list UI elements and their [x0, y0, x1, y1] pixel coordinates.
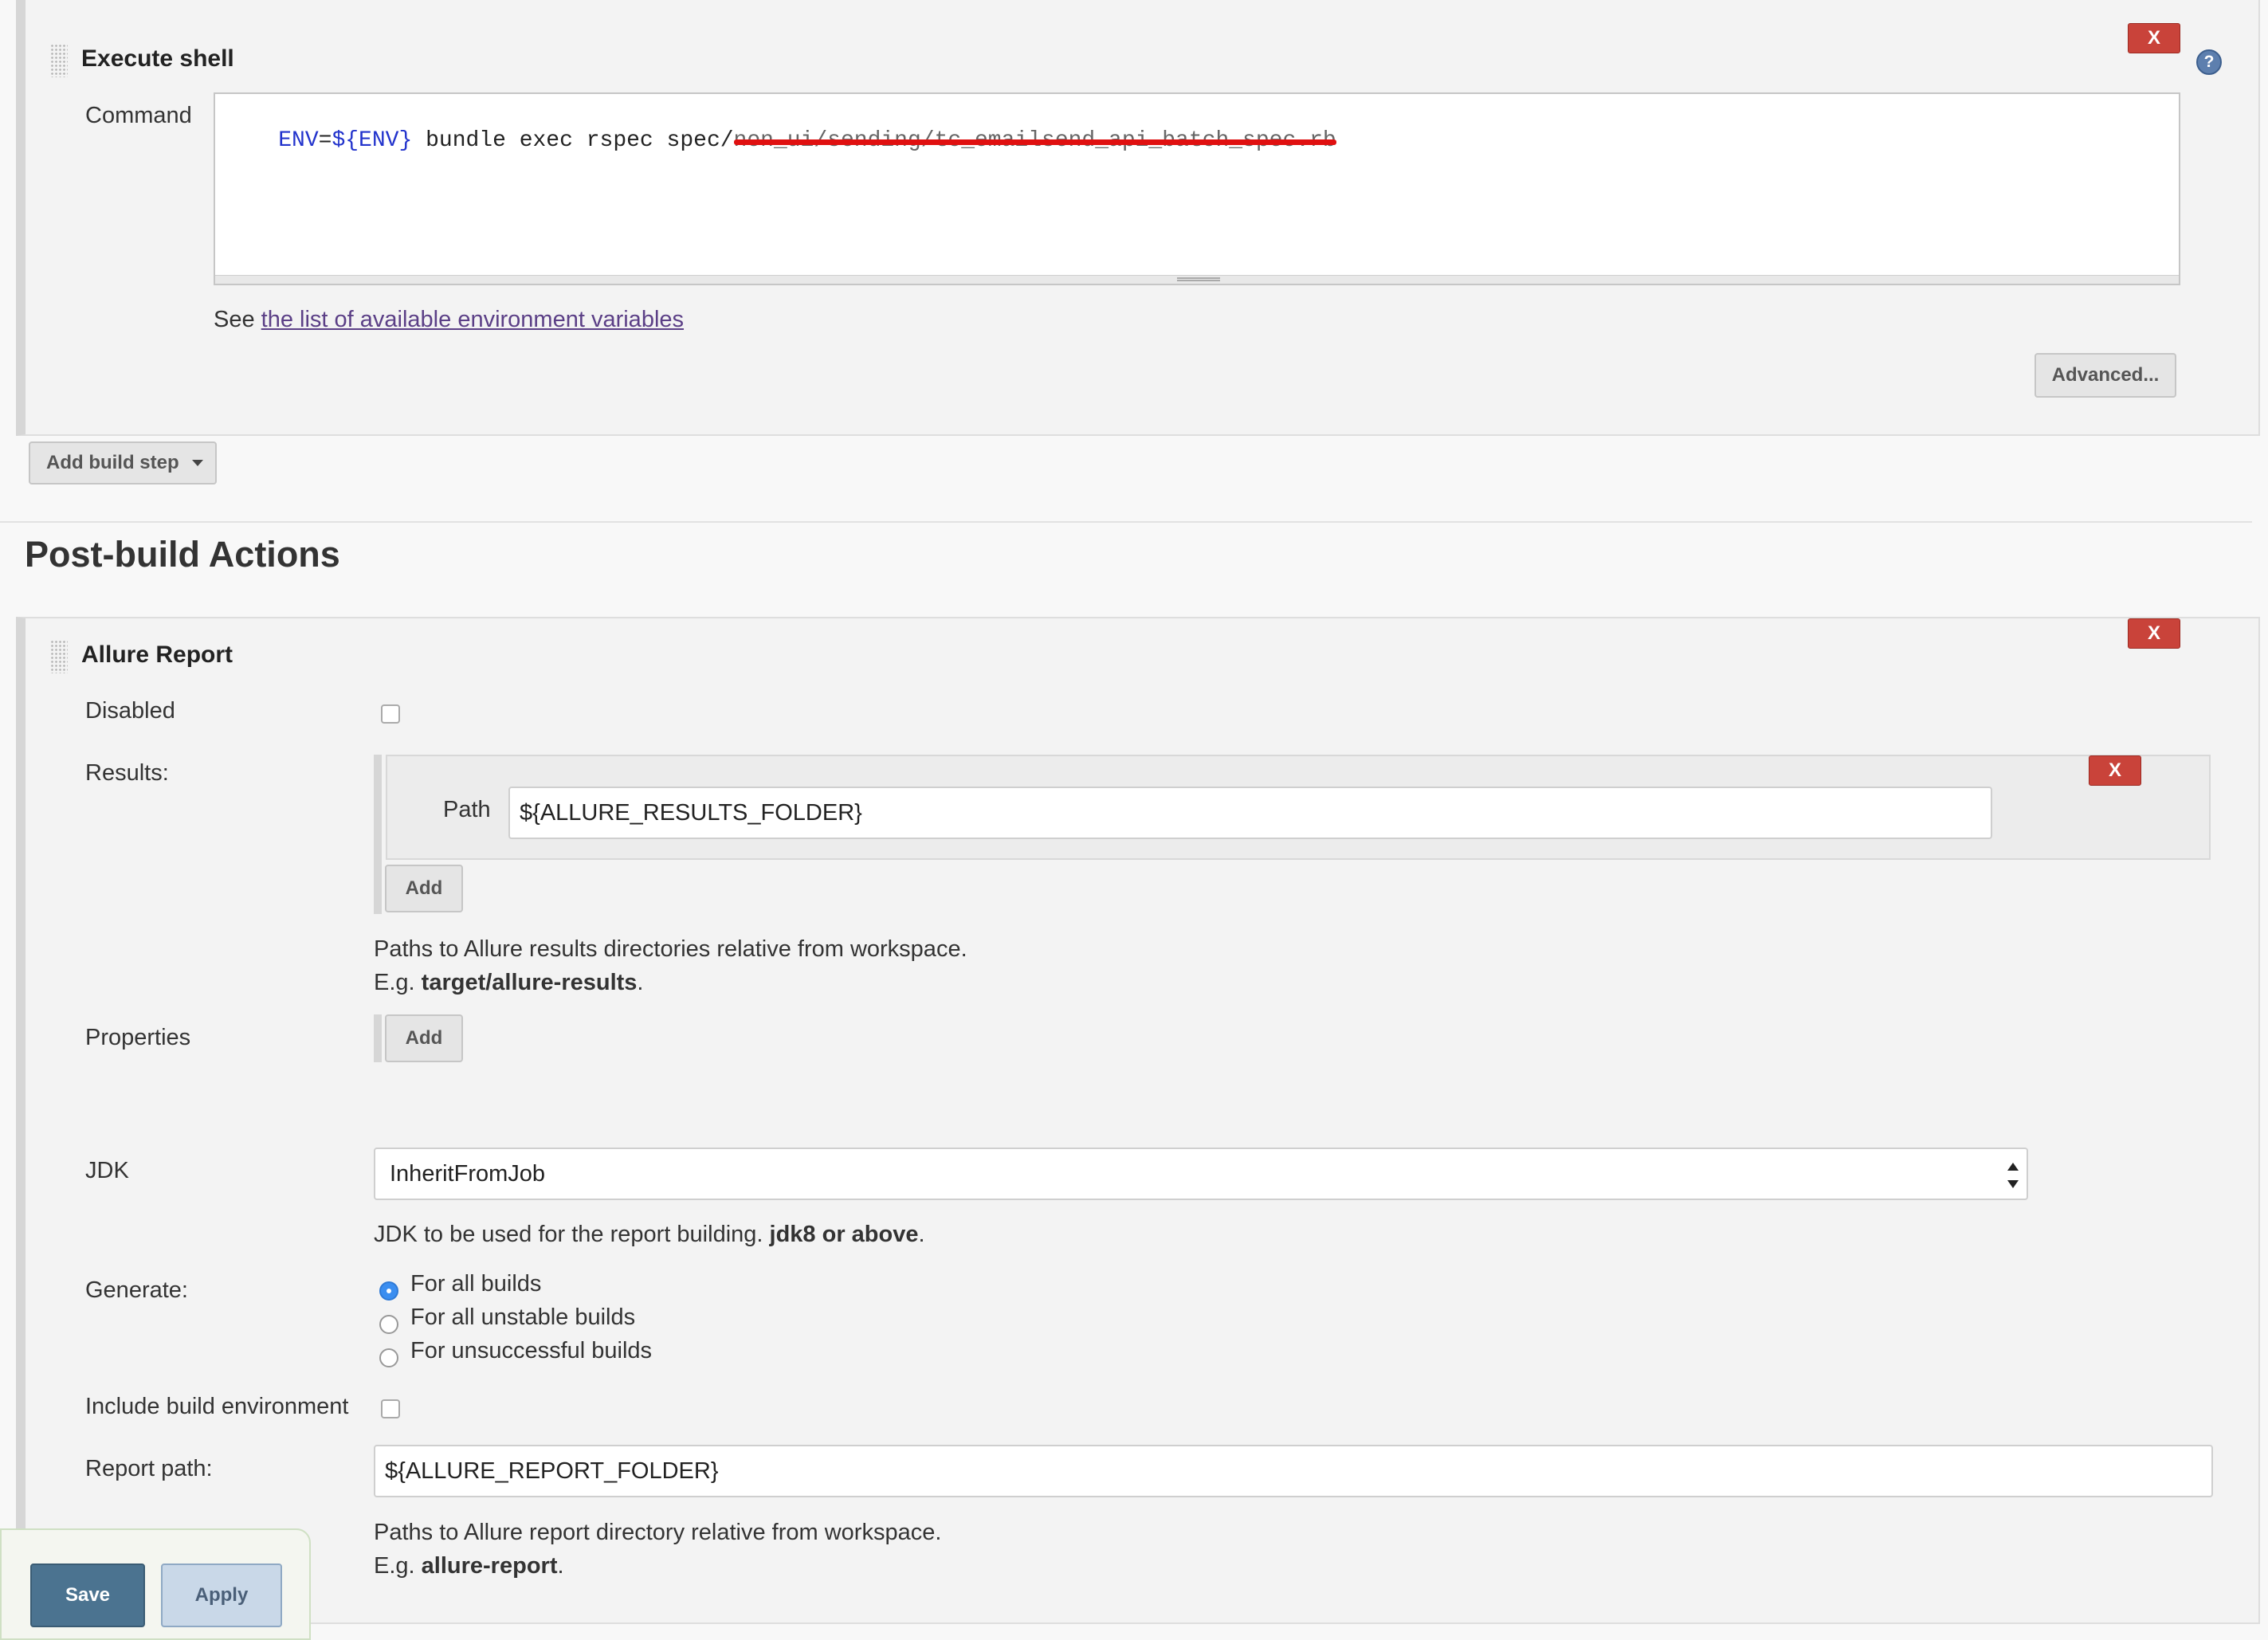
add-build-step-button[interactable]: Add build step — [29, 441, 217, 485]
jdk-help-text: JDK to be used for the report building. — [374, 1222, 770, 1247]
jdk-help-end: . — [918, 1222, 925, 1247]
report-help-end: . — [557, 1553, 564, 1579]
report-path-label: Report path: — [85, 1456, 213, 1481]
jdk-label: JDK — [85, 1158, 129, 1183]
save-button[interactable]: Save — [30, 1563, 145, 1627]
results-label: Results: — [85, 760, 169, 786]
env-vars-hint: See the list of available environment va… — [214, 303, 684, 336]
caret-down-icon — [191, 460, 203, 466]
jdk-select[interactable]: InheritFromJob — [374, 1148, 2028, 1200]
generate-option-all: For all builds — [410, 1271, 542, 1297]
results-help-eg: E.g. — [374, 970, 422, 995]
generate-option-unstable: For all unstable builds — [410, 1305, 636, 1330]
report-help-line1: Paths to Allure report directory relativ… — [374, 1520, 942, 1545]
include-env-label: Include build environment — [85, 1394, 349, 1419]
results-help-example: target/allure-results — [421, 970, 638, 995]
properties-repeatable-bar — [374, 1014, 382, 1062]
command-textarea[interactable]: ENV=${ENV} bundle exec rspec spec/non_ui… — [214, 92, 2180, 285]
disabled-checkbox[interactable] — [381, 704, 400, 724]
delete-results-path-button[interactable]: X — [2089, 755, 2141, 786]
help-icon-label: ? — [2203, 53, 2215, 71]
post-build-heading: Post-build Actions — [25, 534, 340, 575]
report-help-eg: E.g. — [374, 1553, 422, 1579]
results-help-line1: Paths to Allure results directories rela… — [374, 936, 967, 962]
add-build-step-label: Add build step — [46, 452, 179, 473]
report-help-line2: E.g. allure-report. — [374, 1549, 941, 1583]
command-env-var: ${ENV} — [332, 128, 413, 153]
generate-radio-all[interactable] — [379, 1281, 398, 1301]
textarea-resize-bar[interactable] — [215, 275, 2179, 284]
generate-option-unsuccessful: For unsuccessful builds — [410, 1338, 653, 1363]
allure-report-title: Allure Report — [81, 641, 233, 668]
execute-shell-title: Execute shell — [81, 45, 234, 72]
jdk-selected-value: InheritFromJob — [390, 1160, 546, 1187]
section-divider — [0, 521, 2252, 523]
delete-build-step-button[interactable]: X — [2128, 23, 2180, 53]
select-arrows-icon — [2007, 1163, 2019, 1188]
env-vars-see: See — [214, 307, 261, 332]
properties-label: Properties — [85, 1025, 191, 1050]
add-results-button[interactable]: Add — [385, 865, 463, 912]
help-icon[interactable]: ? — [2196, 49, 2222, 75]
jdk-help: JDK to be used for the report building. … — [374, 1218, 925, 1251]
command-equals: = — [318, 128, 332, 153]
advanced-button[interactable]: Advanced... — [2035, 353, 2176, 398]
apply-button[interactable]: Apply — [161, 1563, 282, 1627]
report-help-example: allure-report — [421, 1553, 558, 1579]
delete-post-build-button[interactable]: X — [2128, 618, 2180, 649]
resize-grip-icon[interactable] — [1177, 277, 1220, 281]
command-label: Command — [85, 103, 192, 128]
drag-handle-icon[interactable] — [50, 44, 68, 77]
add-property-button[interactable]: Add — [385, 1014, 463, 1062]
drag-handle-icon[interactable] — [50, 640, 68, 673]
command-env-key: ENV — [278, 128, 319, 153]
path-label: Path — [443, 797, 491, 822]
results-help-line2: E.g. target/allure-results. — [374, 966, 967, 999]
disabled-label: Disabled — [85, 698, 175, 724]
results-repeatable-bar — [374, 755, 382, 914]
results-help-end: . — [637, 970, 644, 995]
jdk-help-bold: jdk8 or above — [769, 1222, 919, 1247]
report-path-help: Paths to Allure report directory relativ… — [374, 1516, 941, 1583]
command-redacted-path: non_ui/sending/tc_emailsend_api_batch_sp… — [733, 128, 1336, 153]
generate-radio-unstable[interactable] — [379, 1315, 398, 1334]
generate-label: Generate: — [85, 1277, 188, 1303]
command-text: bundle exec rspec spec/ — [412, 128, 734, 153]
env-vars-link[interactable]: the list of available environment variab… — [261, 307, 684, 332]
report-path-input[interactable]: ${ALLURE_REPORT_FOLDER} — [374, 1445, 2213, 1497]
generate-radio-unsuccessful[interactable] — [379, 1348, 398, 1367]
include-env-checkbox[interactable] — [381, 1399, 400, 1418]
results-path-input[interactable]: ${ALLURE_RESULTS_FOLDER} — [508, 787, 1992, 839]
results-help: Paths to Allure results directories rela… — [374, 932, 967, 999]
